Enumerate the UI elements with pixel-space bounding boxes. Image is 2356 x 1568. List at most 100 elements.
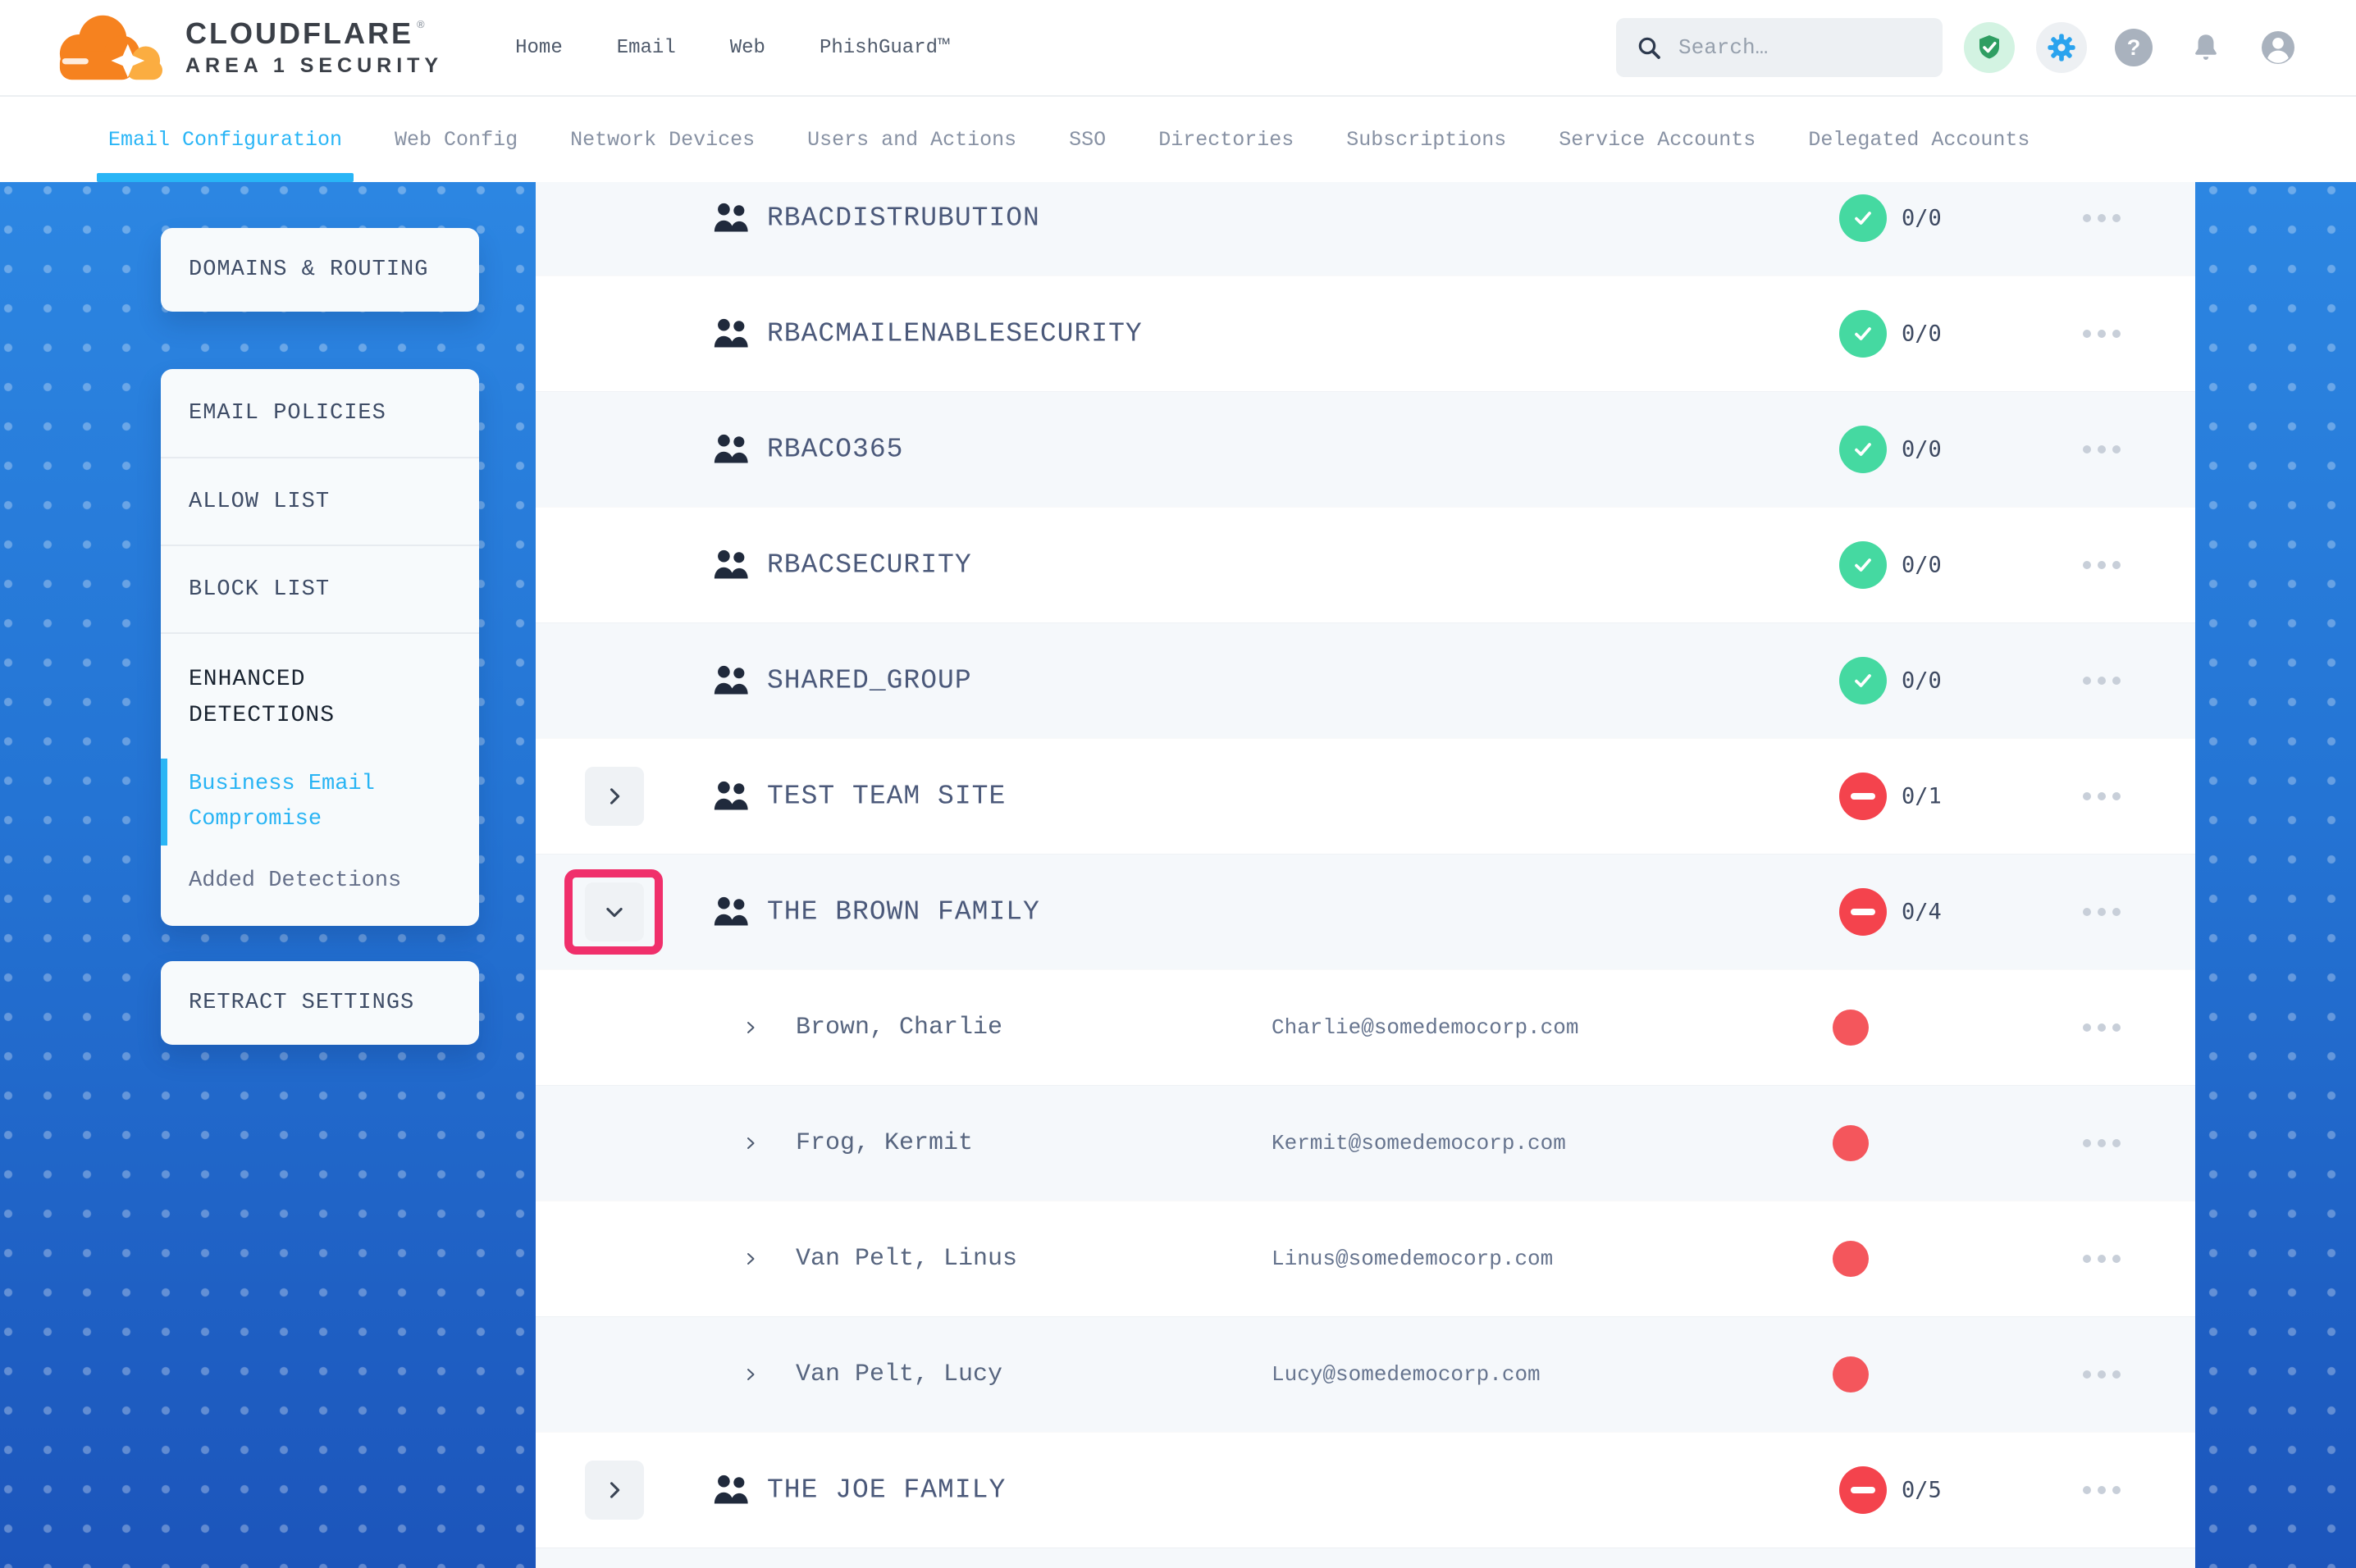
- tab[interactable]: Service Accounts: [1547, 97, 1767, 182]
- group-people-icon: [711, 663, 752, 699]
- group-people-icon: [711, 894, 752, 930]
- row-actions-menu[interactable]: [2075, 1247, 2129, 1271]
- status-badge: [1839, 194, 1887, 242]
- settings-gear-icon[interactable]: [2036, 22, 2087, 73]
- sidebar-item-retract-settings[interactable]: RETRACT SETTINGS: [189, 991, 414, 1015]
- sidebar-item-block-list[interactable]: BLOCK LIST: [161, 545, 479, 632]
- group-row: SHARED_GROUP 0/0: [536, 622, 2195, 738]
- shield-check-icon[interactable]: [1964, 22, 2015, 73]
- help-icon[interactable]: ?: [2108, 22, 2159, 73]
- row-actions-menu[interactable]: [2075, 437, 2129, 462]
- expand-toggle-button[interactable]: [585, 767, 644, 826]
- chevron-right-icon[interactable]: [741, 1133, 760, 1153]
- header-right-cluster: ?: [1616, 18, 2303, 77]
- tab[interactable]: Directories: [1147, 97, 1305, 182]
- sidebar-card-domains-routing[interactable]: DOMAINS & ROUTING: [161, 228, 479, 312]
- group-row: THE JOE FAMILY 0/5: [536, 1432, 2195, 1547]
- status-badge: [1839, 1466, 1887, 1514]
- enhanced-detections-heading: ENHANCED DETECTIONS: [189, 662, 353, 734]
- top-header: CLOUDFLARE ® AREA 1 SECURITY Home Email We…: [0, 0, 2356, 97]
- click-target-highlight: [564, 869, 663, 955]
- sidebar-item-domains-routing[interactable]: DOMAINS & ROUTING: [189, 258, 428, 282]
- search-input[interactable]: [1678, 35, 1900, 60]
- minus-icon: [1851, 793, 1875, 800]
- member-count: 0/0: [1902, 668, 1942, 694]
- nav-link[interactable]: Home: [515, 37, 563, 59]
- partial-next-row: [536, 1547, 2195, 1568]
- row-actions-menu[interactable]: [2075, 1131, 2129, 1155]
- nav-link[interactable]: Email: [617, 37, 676, 59]
- check-icon: [1850, 552, 1876, 578]
- tab[interactable]: Web Config: [383, 97, 529, 182]
- sidebar-item-business-email-compromise[interactable]: Business Email Compromise: [161, 759, 390, 846]
- brand-subtitle: AREA 1 SECURITY: [185, 55, 443, 78]
- check-icon: [1850, 668, 1876, 694]
- group-people-icon: [711, 1472, 752, 1508]
- member-email: Charlie@somedemocorp.com: [1272, 1015, 1578, 1040]
- row-actions-menu[interactable]: [2075, 206, 2129, 230]
- row-actions-menu[interactable]: [2075, 900, 2129, 924]
- member-count: 0/1: [1902, 784, 1942, 809]
- expand-toggle-button[interactable]: [585, 1461, 644, 1520]
- status-badge: [1839, 310, 1887, 358]
- tab[interactable]: Subscriptions: [1335, 97, 1518, 182]
- group-row: RBACO365 0/0: [536, 391, 2195, 507]
- tab[interactable]: Email Configuration: [97, 97, 354, 182]
- status-dot: [1833, 1241, 1869, 1277]
- member-count: 0/0: [1902, 437, 1942, 463]
- sidebar-item-email-policies[interactable]: EMAIL POLICIES: [161, 369, 479, 457]
- group-row: RBACMAILENABLESECURITY 0/0: [536, 276, 2195, 391]
- tab[interactable]: Users and Actions: [796, 97, 1028, 182]
- sidebar-item-allow-list[interactable]: ALLOW LIST: [161, 457, 479, 545]
- check-icon: [1850, 321, 1876, 347]
- member-count: 0/4: [1902, 900, 1942, 925]
- group-people-icon: [711, 316, 752, 352]
- status-badge: [1839, 541, 1887, 589]
- search-icon: [1636, 34, 1662, 61]
- member-row: Brown, Charlie Charlie@somedemocorp.com: [536, 969, 2195, 1085]
- group-name: THE BROWN FAMILY: [767, 897, 1040, 928]
- main-background: DOMAINS & ROUTING EMAIL POLICIES ALLOW L…: [0, 182, 2356, 1568]
- account-icon[interactable]: [2253, 22, 2303, 73]
- nav-link[interactable]: Web: [730, 37, 765, 59]
- chevron-right-icon[interactable]: [741, 1365, 760, 1384]
- group-name: RBACSECURITY: [767, 550, 972, 581]
- member-count: 0/0: [1902, 321, 1942, 347]
- member-row: Van Pelt, Linus Linus@somedemocorp.com: [536, 1201, 2195, 1316]
- status-badge: [1839, 888, 1887, 936]
- status-badge: [1839, 657, 1887, 704]
- chevron-right-icon[interactable]: [741, 1249, 760, 1269]
- row-actions-menu[interactable]: [2075, 321, 2129, 346]
- group-people-icon: [711, 200, 752, 236]
- group-row: TEST TEAM SITE 0/1: [536, 738, 2195, 854]
- member-count: 0/0: [1902, 553, 1942, 578]
- status-badge: [1839, 426, 1887, 473]
- member-name: Brown, Charlie: [796, 1014, 1002, 1042]
- row-actions-menu[interactable]: [2075, 553, 2129, 577]
- row-actions-menu[interactable]: [2075, 668, 2129, 693]
- chevron-right-icon: [603, 1479, 626, 1502]
- tab[interactable]: Network Devices: [559, 97, 766, 182]
- row-actions-menu[interactable]: [2075, 1362, 2129, 1387]
- row-actions-menu[interactable]: [2075, 1015, 2129, 1040]
- row-actions-menu[interactable]: [2075, 784, 2129, 809]
- nav-link[interactable]: PhishGuard™: [820, 37, 949, 59]
- group-people-icon: [711, 778, 752, 814]
- sidebar-card-retract-settings[interactable]: RETRACT SETTINGS: [161, 961, 479, 1045]
- cloudflare-logo: CLOUDFLARE ® AREA 1 SECURITY: [48, 8, 443, 87]
- sidebar-card-email-policies: EMAIL POLICIES ALLOW LIST BLOCK LIST ENH…: [161, 369, 479, 926]
- group-name: THE JOE FAMILY: [767, 1475, 1006, 1506]
- check-icon: [1850, 205, 1876, 231]
- tab[interactable]: Delegated Accounts: [1797, 97, 2041, 182]
- group-row: RBACSECURITY 0/0: [536, 507, 2195, 622]
- sidebar-item-added-detections[interactable]: Added Detections: [189, 868, 451, 893]
- notifications-bell-icon[interactable]: [2180, 22, 2231, 73]
- group-name: RBACMAILENABLESECURITY: [767, 319, 1143, 349]
- chevron-right-icon[interactable]: [741, 1018, 760, 1037]
- row-actions-menu[interactable]: [2075, 1478, 2129, 1502]
- member-row: Van Pelt, Lucy Lucy@somedemocorp.com: [536, 1316, 2195, 1432]
- group-people-icon: [711, 547, 752, 583]
- groups-table-panel: RBACDISTRUBUTION 0/0 RBACMAILENABLESECUR…: [536, 182, 2195, 1568]
- search-box[interactable]: [1616, 18, 1943, 77]
- tab[interactable]: SSO: [1057, 97, 1117, 182]
